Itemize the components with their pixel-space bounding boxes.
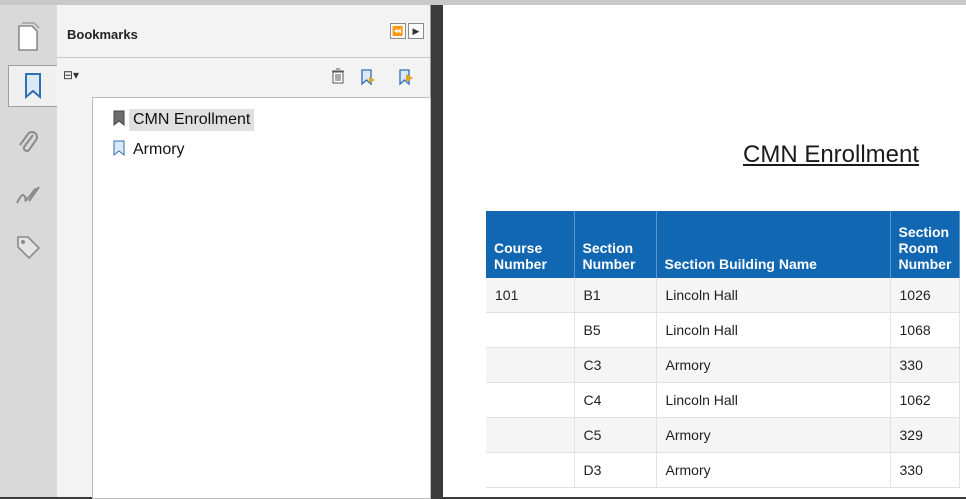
- table-row: 101 B1 Lincoln Hall 1026: [486, 278, 961, 313]
- table-row: C3 Armory 330: [486, 347, 961, 383]
- cell-building-name: Armory: [656, 452, 891, 488]
- collapse-panel-button[interactable]: ⏪: [390, 23, 406, 39]
- cell-building-name: Armory: [656, 417, 891, 453]
- cell-room-number: 329: [890, 417, 961, 453]
- cell-room-number: 1062: [890, 382, 961, 418]
- bookmark-icon: [113, 140, 125, 161]
- cell-section-number: C4: [574, 382, 657, 418]
- cell-course-number: [486, 382, 575, 418]
- cell-course-number: [486, 347, 575, 383]
- cell-building-name: Armory: [656, 347, 891, 383]
- bookmark-icon[interactable]: [8, 65, 57, 107]
- column-header-building-name: Section Building Name: [656, 211, 891, 278]
- cell-course-number: [486, 312, 575, 348]
- bookmark-label: CMN Enrollment: [129, 109, 255, 131]
- cell-building-name: Lincoln Hall: [656, 382, 891, 418]
- bookmark-tree: CMN Enrollment Armory: [92, 97, 431, 499]
- delete-bookmark-button[interactable]: [331, 68, 345, 86]
- bookmarks-panel: Bookmarks ⏪ ▶ ⊟▾ CMN Enrollment Armory: [57, 5, 431, 499]
- bookmark-item-armory[interactable]: Armory: [93, 136, 427, 164]
- expand-panel-button[interactable]: ▶: [408, 23, 424, 39]
- cell-section-number: C5: [574, 417, 657, 453]
- bookmark-from-structure-button[interactable]: [397, 68, 415, 86]
- page-thumbnails-icon[interactable]: [8, 17, 48, 57]
- tag-icon[interactable]: [8, 227, 48, 267]
- panel-title: Bookmarks: [67, 27, 138, 42]
- cell-section-number: C3: [574, 347, 657, 383]
- navigation-pane-toolbar: [0, 5, 58, 497]
- table-row: C5 Armory 329: [486, 417, 961, 453]
- bookmark-item-cmn-enrollment[interactable]: CMN Enrollment: [93, 106, 427, 134]
- bookmarks-toolbar: ⊟▾: [57, 58, 430, 96]
- cell-section-number: B1: [574, 278, 657, 313]
- column-header-course-number: Course Number: [486, 211, 575, 278]
- table-row: B5 Lincoln Hall 1068: [486, 312, 961, 348]
- cell-course-number: [486, 417, 575, 453]
- cell-course-number: [486, 452, 575, 488]
- column-header-section-number: Section Number: [574, 211, 657, 278]
- bookmark-label: Armory: [133, 141, 185, 158]
- cell-room-number: 1026: [890, 278, 961, 313]
- cell-room-number: 1068: [890, 312, 961, 348]
- cell-section-number: D3: [574, 452, 657, 488]
- cell-room-number: 330: [890, 347, 961, 383]
- table-row: D3 Armory 330: [486, 452, 961, 488]
- cell-building-name: Lincoln Hall: [656, 312, 891, 348]
- table-body: 101 B1 Lincoln Hall 1026 B5 Lincoln Hall 1068 C…: [486, 278, 961, 488]
- table-row: C4 Lincoln Hall 1062: [486, 382, 961, 418]
- column-header-room-number: Section Room Number: [890, 211, 961, 278]
- options-menu-button[interactable]: ⊟▾: [63, 68, 79, 86]
- signature-icon[interactable]: [8, 175, 48, 215]
- attachment-icon[interactable]: [8, 123, 48, 163]
- document-page: CMN Enrollment Course Number Section Numbe…: [431, 5, 966, 497]
- table-header-row: Course Number Section Number Section Build…: [486, 211, 961, 278]
- report-title: CMN Enrollment: [743, 141, 920, 168]
- cell-course-number: 101: [486, 278, 575, 313]
- enrollment-table: Course Number Section Number Section Build…: [486, 211, 961, 488]
- cell-section-number: B5: [574, 312, 657, 348]
- new-bookmark-button[interactable]: [359, 68, 377, 86]
- cell-building-name: Lincoln Hall: [656, 278, 891, 313]
- panel-header: Bookmarks ⏪ ▶: [57, 5, 430, 58]
- cell-room-number: 330: [890, 452, 961, 488]
- bookmark-icon: [113, 110, 125, 131]
